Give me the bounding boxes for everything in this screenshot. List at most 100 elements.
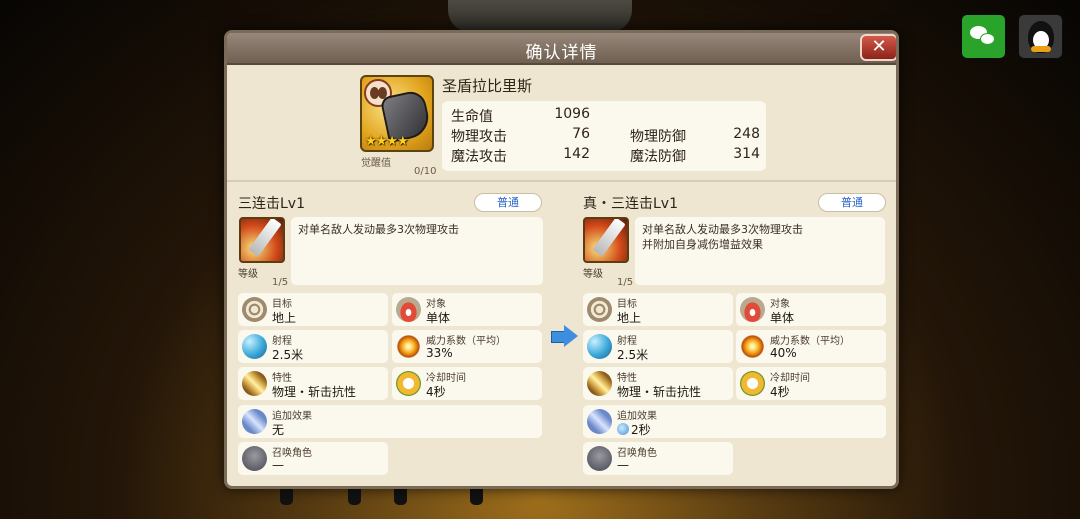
background-figure-leg (394, 487, 407, 505)
sword-trait-icon (242, 371, 267, 396)
sword-trait-icon (587, 371, 612, 396)
attr-label: 对象 (426, 299, 446, 310)
attr-value: — (617, 458, 629, 472)
target-icon (242, 297, 267, 322)
right-description-line: 对单名敌人发动最多3次物理攻击 (642, 223, 803, 236)
clock-icon (396, 371, 421, 396)
attr-label: 追加效果 (272, 411, 312, 422)
attr-value: 物理・斩击抗性 (272, 385, 357, 399)
matk-value: 142 (563, 146, 590, 162)
range-icon (587, 334, 612, 359)
right-target-attr: 目标 地上 (583, 293, 733, 326)
mdef-value: 314 (733, 146, 760, 162)
target-icon (587, 297, 612, 322)
summon-helmet-icon (242, 446, 267, 471)
left-skill-icon[interactable] (239, 217, 285, 263)
attr-value: 2.5米 (272, 348, 304, 362)
attr-label: 威力系数（平均） (426, 336, 506, 347)
patk-value: 76 (572, 126, 590, 142)
right-skill-type-badge[interactable]: 普通 (818, 193, 886, 212)
attr-value: — (272, 458, 284, 472)
right-power-attr: 威力系数（平均） 40% (736, 330, 886, 363)
sword-plus-icon (242, 409, 267, 434)
right-object-attr: 对象 单体 (736, 293, 886, 326)
pdef-value: 248 (733, 126, 760, 142)
attr-value: 单体 (426, 311, 451, 325)
stats-panel: 生命值 1096 物理攻击 76 物理防御 248 魔法攻击 142 魔法防御 … (442, 101, 766, 171)
attr-label: 召唤角色 (617, 448, 657, 459)
attr-value: 无 (272, 423, 285, 437)
confirm-details-dialog: 确认详情 ✕ ★★★★ 觉醒值 0/10 圣盾拉比里斯 生命值 1096 物理攻… (224, 30, 899, 489)
attr-value: 4秒 (426, 385, 446, 399)
attr-label: 目标 (272, 299, 292, 310)
clock-icon (740, 371, 765, 396)
right-skill-name: 真・三连击Lv1 (583, 196, 678, 212)
attr-label: 射程 (272, 336, 292, 347)
left-skill-type-badge[interactable]: 普通 (474, 193, 542, 212)
right-extra-effect-attr: 追加效果 2秒 (583, 405, 886, 438)
left-target-attr: 目标 地上 (238, 293, 388, 326)
left-cooldown-attr: 冷却时间 4秒 (392, 367, 542, 400)
left-skill-description: 对单名敌人发动最多3次物理攻击 (291, 217, 543, 285)
right-description-line: 并附加自身减伤增益效果 (642, 238, 763, 251)
attr-label: 冷却时间 (426, 373, 466, 384)
left-extra-effect-attr: 追加效果 无 (238, 405, 542, 438)
background-figure-leg (280, 487, 293, 505)
attr-label: 对象 (770, 299, 790, 310)
attr-value: 2.5米 (617, 348, 649, 362)
arrow-right-icon (551, 325, 579, 347)
attr-value-container: 2秒 (617, 421, 651, 438)
right-cooldown-attr: 冷却时间 4秒 (736, 367, 886, 400)
attr-label: 召唤角色 (272, 448, 312, 459)
single-target-icon (396, 297, 421, 322)
character-portrait[interactable]: ★★★★ (360, 75, 434, 152)
close-button[interactable]: ✕ (860, 34, 896, 61)
left-summon-attr: 召唤角色 — (238, 442, 388, 475)
attr-label: 射程 (617, 336, 637, 347)
right-range-attr: 射程 2.5米 (583, 330, 733, 363)
star-rating: ★★★★ (365, 134, 409, 149)
left-trait-attr: 特性 物理・斩击抗性 (238, 367, 388, 400)
attr-value: 地上 (272, 311, 297, 325)
defense-buff-icon (617, 423, 629, 435)
attr-label: 目标 (617, 299, 637, 310)
left-level-value: 1/5 (272, 277, 289, 288)
left-skill-name: 三连击Lv1 (238, 196, 305, 212)
hp-label: 生命值 (451, 109, 493, 125)
attr-value: 33% (426, 346, 453, 360)
awaken-label: 觉醒值 (361, 158, 391, 169)
left-level-label: 等级 (238, 269, 258, 280)
attr-label: 冷却时间 (770, 373, 810, 384)
attr-label: 威力系数（平均） (770, 336, 850, 347)
patk-label: 物理攻击 (451, 129, 507, 145)
right-summon-attr: 召唤角色 — (583, 442, 733, 475)
right-skill-description: 对单名敌人发动最多3次物理攻击 并附加自身减伤增益效果 (635, 217, 885, 285)
qq-share-button[interactable] (1018, 14, 1063, 59)
power-burst-icon (396, 334, 421, 359)
summon-helmet-icon (587, 446, 612, 471)
attr-value: 物理・斩击抗性 (617, 385, 702, 399)
wechat-share-button[interactable] (961, 14, 1006, 59)
qq-icon (1027, 20, 1054, 53)
close-icon: ✕ (871, 36, 887, 57)
left-object-attr: 对象 单体 (392, 293, 542, 326)
left-power-attr: 威力系数（平均） 33% (392, 330, 542, 363)
right-skill-icon[interactable] (583, 217, 629, 263)
power-burst-icon (740, 334, 765, 359)
hp-value: 1096 (554, 106, 590, 122)
background-ornament (448, 0, 632, 32)
range-icon (242, 334, 267, 359)
single-target-icon (740, 297, 765, 322)
attr-value: 4秒 (770, 385, 790, 399)
matk-label: 魔法攻击 (451, 149, 507, 165)
character-name: 圣盾拉比里斯 (442, 77, 533, 95)
attr-value: 单体 (770, 311, 795, 325)
attr-label: 特性 (272, 373, 292, 384)
section-divider (227, 180, 896, 182)
left-description-text: 对单名敌人发动最多3次物理攻击 (298, 223, 459, 236)
dialog-titlebar: 确认详情 ✕ (227, 33, 896, 65)
attr-value: 2秒 (631, 423, 651, 437)
sword-plus-icon (587, 409, 612, 434)
attr-value: 40% (770, 346, 797, 360)
attr-label: 特性 (617, 373, 637, 384)
